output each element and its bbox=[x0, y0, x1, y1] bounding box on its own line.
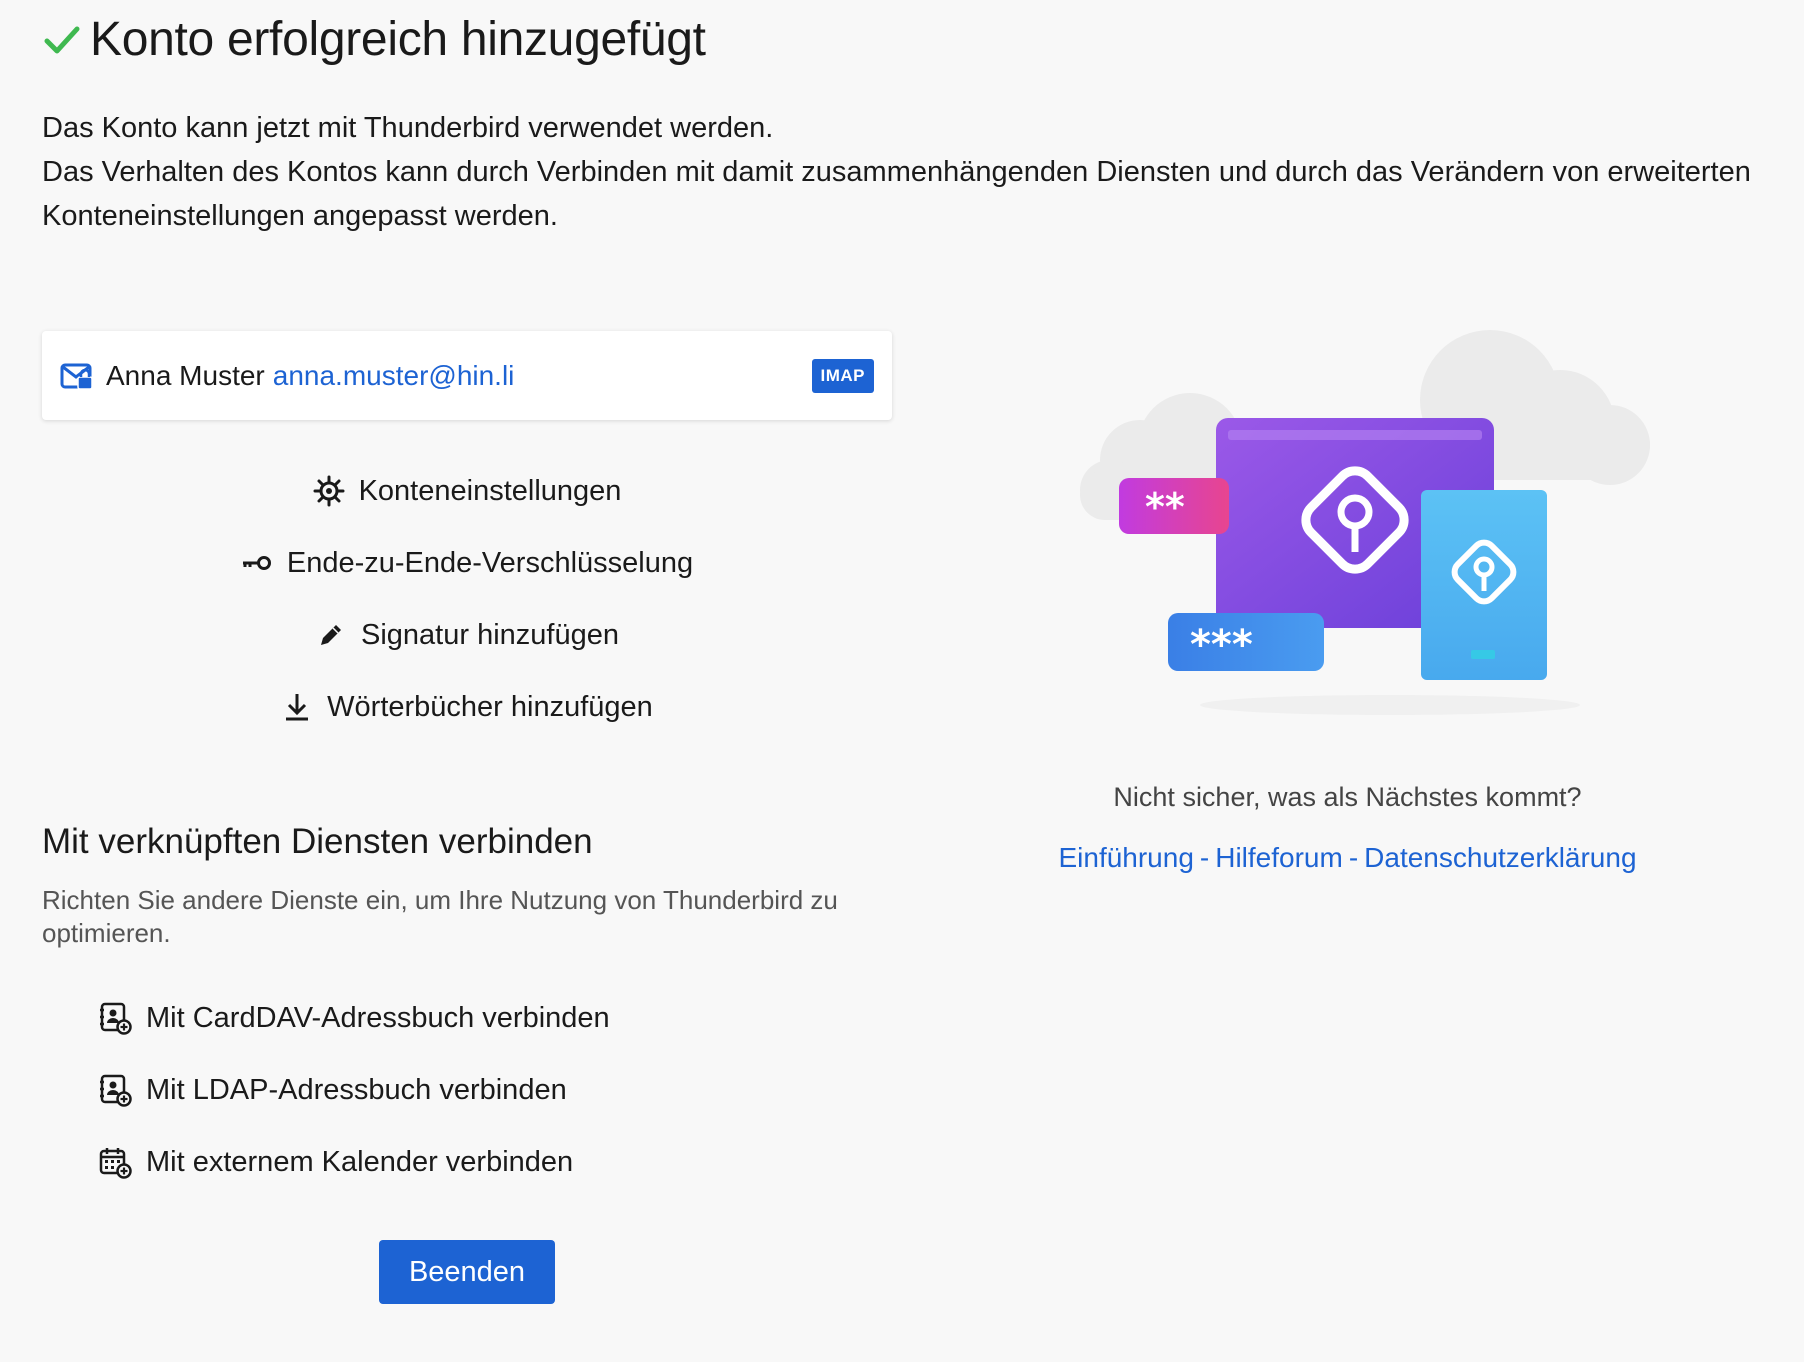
add-signature-label: Signatur hinzufügen bbox=[361, 618, 619, 651]
password-short-text: ** bbox=[1145, 485, 1185, 529]
account-settings-button[interactable]: Konteneinstellungen bbox=[42, 455, 892, 527]
services-list: Mit CardDAV-Adressbuch verbinden Mit LDA… bbox=[98, 982, 610, 1198]
account-type-badge: IMAP bbox=[811, 358, 874, 393]
connect-carddav-button[interactable]: Mit CardDAV-Adressbuch verbinden bbox=[98, 982, 610, 1054]
link-separator: - bbox=[1199, 842, 1210, 873]
password-long-text: *** bbox=[1190, 622, 1253, 668]
help-forum-link[interactable]: Hilfeforum bbox=[1215, 842, 1343, 873]
connect-carddav-label: Mit CardDAV-Adressbuch verbinden bbox=[146, 1001, 610, 1034]
finish-button[interactable]: Beenden bbox=[379, 1240, 555, 1304]
add-signature-button[interactable]: Signatur hinzufügen bbox=[42, 599, 892, 671]
e2e-encryption-button[interactable]: Ende-zu-Ende-Verschlüsselung bbox=[42, 527, 892, 599]
address-book-add-icon bbox=[100, 1002, 132, 1035]
page-title: Konto erfolgreich hinzugefügt bbox=[90, 13, 706, 66]
address-book-add-icon bbox=[100, 1074, 132, 1107]
connect-services-heading: Mit verknüpften Diensten verbinden bbox=[42, 822, 593, 861]
account-email: anna.muster@hin.li bbox=[272, 359, 515, 391]
help-question: Nicht sicher, was als Nächstes kommt? bbox=[1113, 782, 1582, 812]
help-links: Einführung - Hilfeforum - Datenschutzerkläru… bbox=[940, 842, 1755, 874]
connect-ldap-label: Mit LDAP-Adressbuch verbinden bbox=[146, 1073, 567, 1106]
e2e-encryption-label: Ende-zu-Ende-Verschlüsselung bbox=[286, 546, 694, 579]
account-name: Anna Muster bbox=[106, 359, 265, 391]
security-illustration: ** *** bbox=[1080, 330, 1650, 715]
calendar-add-icon bbox=[99, 1148, 132, 1179]
add-dictionaries-button[interactable]: Wörterbücher hinzufügen bbox=[42, 671, 892, 743]
intro-line-2: Das Verhalten des Kontos kann durch Verb… bbox=[42, 156, 1751, 232]
download-icon bbox=[281, 691, 313, 723]
connect-calendar-button[interactable]: Mit externem Kalender verbinden bbox=[98, 1126, 610, 1198]
connect-ldap-button[interactable]: Mit LDAP-Adressbuch verbinden bbox=[98, 1054, 610, 1126]
connect-services-description: Richten Sie andere Dienste ein, um Ihre … bbox=[42, 885, 838, 948]
account-settings-label: Konteneinstellungen bbox=[358, 474, 622, 507]
gear-icon bbox=[313, 475, 345, 507]
pencil-icon bbox=[315, 619, 347, 651]
intro-link[interactable]: Einführung bbox=[1058, 842, 1193, 873]
account-actions-list: Konteneinstellungen Ende-zu-Ende-Verschl… bbox=[42, 455, 892, 743]
key-icon bbox=[241, 547, 273, 579]
add-dictionaries-label: Wörterbücher hinzufügen bbox=[327, 690, 653, 723]
connect-calendar-label: Mit externem Kalender verbinden bbox=[146, 1145, 574, 1178]
intro-line-1: Das Konto kann jetzt mit Thunderbird ver… bbox=[42, 112, 774, 144]
privacy-policy-link[interactable]: Datenschutzerklärung bbox=[1364, 842, 1636, 873]
page-header: Konto erfolgreich hinzugefügt bbox=[42, 12, 706, 67]
link-separator: - bbox=[1348, 842, 1359, 873]
account-card: Anna Muster anna.muster@hin.li IMAP bbox=[42, 331, 892, 420]
mail-lock-icon bbox=[60, 363, 93, 390]
checkmark-icon bbox=[44, 26, 80, 53]
intro-text: Das Konto kann jetzt mit Thunderbird ver… bbox=[42, 106, 1762, 238]
